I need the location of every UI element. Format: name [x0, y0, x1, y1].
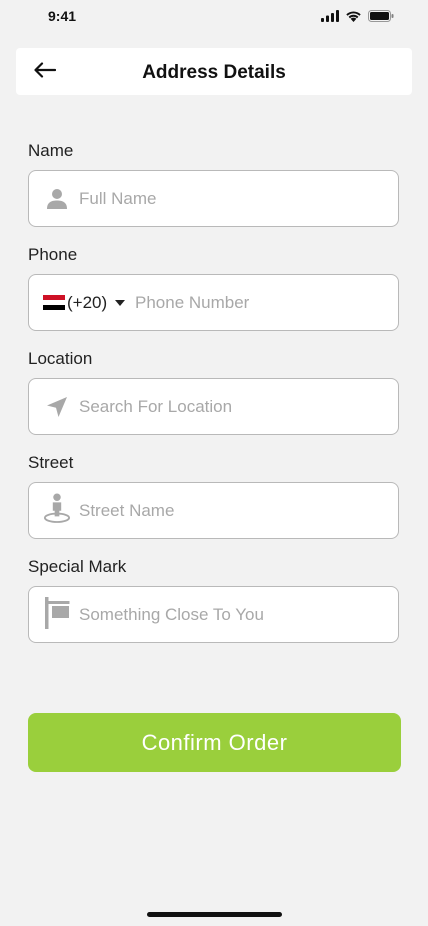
home-indicator [147, 912, 282, 917]
special-mark-label: Special Mark [28, 557, 127, 576]
person-icon [43, 185, 71, 213]
page-title: Address Details [142, 62, 286, 83]
street-input[interactable] [79, 483, 379, 538]
name-input[interactable] [79, 171, 379, 226]
street-view-icon [43, 493, 71, 523]
street-field[interactable] [28, 482, 399, 539]
status-icons [321, 9, 394, 27]
location-arrow-icon [43, 393, 71, 421]
signal-icon [321, 9, 339, 27]
confirm-order-button[interactable]: Confirm Order [28, 713, 401, 772]
status-bar: 9:41 [0, 0, 428, 32]
country-code-selector[interactable]: (+20) [43, 275, 126, 330]
special-mark-input[interactable] [79, 587, 379, 642]
dial-code: (+20) [67, 292, 108, 312]
phone-field[interactable]: (+20) [28, 274, 399, 331]
street-label: Street [28, 453, 74, 472]
location-search-input[interactable] [79, 379, 379, 434]
battery-icon [368, 9, 394, 27]
egypt-flag-icon [43, 295, 65, 310]
status-time: 9:41 [48, 8, 77, 24]
phone-label: Phone [28, 245, 78, 264]
location-field[interactable] [28, 378, 399, 435]
phone-input[interactable] [135, 275, 385, 330]
signpost-icon [43, 597, 71, 629]
header-bar: Address Details [16, 48, 412, 95]
caret-down-icon [115, 299, 126, 306]
wifi-icon [345, 9, 362, 27]
location-label: Location [28, 349, 93, 368]
name-label: Name [28, 141, 74, 160]
special-mark-field[interactable] [28, 586, 399, 643]
name-field[interactable] [28, 170, 399, 227]
